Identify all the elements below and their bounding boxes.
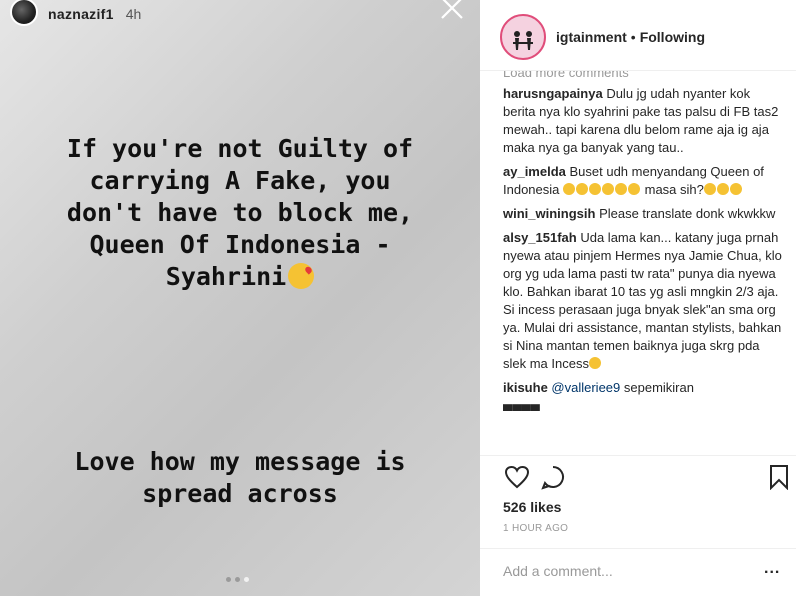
kiss-emoji-icon: [288, 263, 315, 289]
comment-item: ikisuhe @vallerieе9 sepemikiran: [503, 379, 783, 397]
story-header: naznazif1 4h: [10, 0, 141, 28]
grinning-squint-emoji-icon: [588, 357, 601, 369]
account-logo-icon: [513, 31, 533, 50]
post-header: igtainment • Following: [500, 14, 705, 60]
crying-laughing-emoji-icon: [716, 183, 729, 195]
comment-item: harusngapainya Dulu jg udah nyanter kok …: [503, 85, 783, 157]
comment-username[interactable]: wini_winingsih: [503, 206, 595, 221]
comment-item-partial: ████: [503, 403, 783, 411]
comment-item: alsy_151fah Uda lama kan... katany juga …: [503, 229, 783, 373]
comment-item: wini_winingsih Please translate donk wkw…: [503, 205, 783, 223]
carousel-dot: [226, 577, 231, 582]
story-image: naznazif1 4h If you're not Guilty of car…: [0, 0, 480, 596]
add-comment-input[interactable]: Add a comment...: [503, 563, 613, 579]
story-line: If you're not Guilty of: [66, 134, 414, 163]
divider: [480, 455, 796, 456]
crying-laughing-emoji-icon: [729, 183, 742, 195]
separator: •: [630, 29, 636, 45]
load-more-comments-link[interactable]: Load more comments: [503, 71, 783, 79]
story-line: carrying A Fake, you: [89, 166, 391, 195]
carousel-dot-active: [244, 577, 249, 582]
story-timestamp: 4h: [125, 6, 142, 22]
heart-icon[interactable]: [502, 462, 532, 492]
story-line-text: Syahrini: [165, 262, 287, 291]
carousel-dot: [235, 577, 240, 582]
post-actions: [502, 462, 792, 492]
comment-username[interactable]: alsy_151fah: [503, 230, 577, 245]
account-avatar[interactable]: [500, 14, 546, 60]
comment-text: sepemikiran: [620, 380, 694, 395]
crying-laughing-emoji-icon: [703, 183, 716, 195]
comment-username[interactable]: ikisuhe: [503, 380, 548, 395]
divider: [480, 548, 796, 549]
likes-count[interactable]: 526 likes: [503, 499, 561, 515]
comment-text: Uda lama kan... katany juga prnah nyewa …: [503, 230, 782, 371]
story-line: Queen Of Indonesia -: [89, 230, 391, 259]
astonished-emoji-icon: [628, 183, 640, 195]
story-line: spread across: [142, 479, 338, 508]
story-avatar[interactable]: [10, 0, 38, 26]
story-caption-2: Love how my message is spread across: [0, 446, 480, 510]
comment-icon[interactable]: [538, 462, 568, 492]
comments-list[interactable]: Load more comments harusngapainya Dulu j…: [503, 71, 783, 454]
astonished-emoji-icon: [615, 183, 627, 195]
astonished-emoji-icon: [563, 183, 575, 195]
astonished-emoji-icon: [589, 183, 601, 195]
account-name[interactable]: igtainment: [556, 29, 627, 45]
bookmark-icon[interactable]: [764, 462, 794, 492]
comment-text: Please translate donk wkwkkw: [595, 206, 776, 221]
story-line: don't have to block me,: [66, 198, 414, 227]
comment-item: ay_imelda Buset udh menyandang Queen of …: [503, 163, 783, 199]
follow-state-button[interactable]: Following: [640, 29, 705, 45]
story-line: Syahrini: [0, 261, 480, 293]
post-timestamp: 1 HOUR AGO: [503, 523, 569, 534]
astonished-emoji-icon: [602, 183, 614, 195]
carousel-dots: [226, 577, 249, 582]
post-panel: igtainment • Following Load more comment…: [480, 0, 796, 596]
comment-mention-link[interactable]: @vallerieе9: [551, 380, 620, 395]
comment-username[interactable]: ay_imelda: [503, 164, 566, 179]
more-options-icon[interactable]: ...: [764, 560, 780, 578]
story-caption-1: If you're not Guilty of carrying A Fake,…: [0, 133, 480, 293]
story-line: Love how my message is: [74, 447, 406, 476]
astonished-emoji-icon: [576, 183, 588, 195]
comment-text: masa sih?: [641, 182, 704, 197]
close-icon[interactable]: [438, 0, 466, 24]
comment-username[interactable]: harusngapainya: [503, 86, 603, 101]
story-username[interactable]: naznazif1: [48, 6, 114, 22]
